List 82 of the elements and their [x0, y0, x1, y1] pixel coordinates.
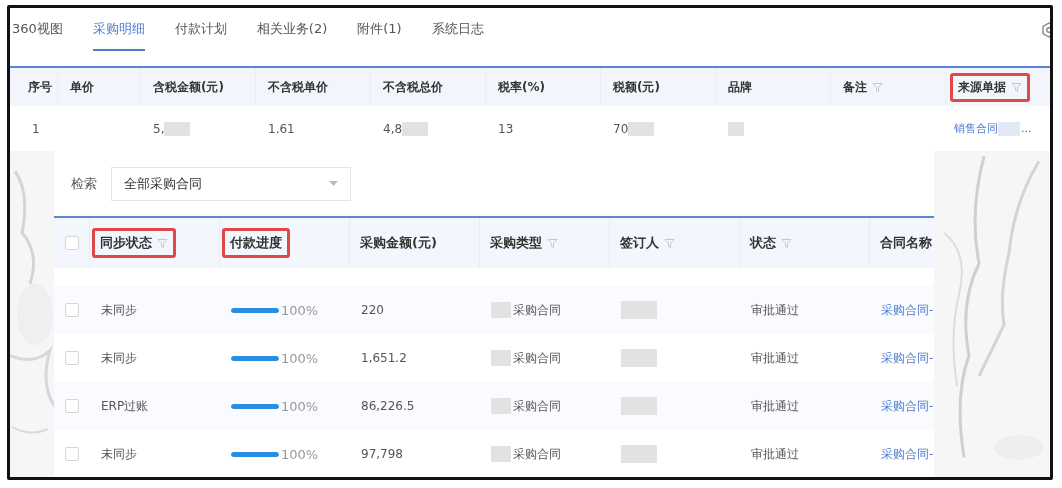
contract-link[interactable]: 采购合同-: [881, 397, 934, 415]
filter-icon[interactable]: [781, 237, 792, 249]
column-header: 不含税总价: [383, 78, 443, 96]
contract-select[interactable]: 全部采购合同: [111, 166, 351, 201]
column-header: 采购类型: [490, 234, 542, 252]
tab[interactable]: 付款计划: [174, 9, 227, 51]
table-cell: 未同步: [101, 301, 137, 319]
contract-link[interactable]: 采购合同-: [881, 301, 934, 319]
redaction-block: [491, 398, 511, 414]
ellipsis: ...: [1021, 122, 1032, 135]
tab[interactable]: 采购明细: [92, 9, 145, 51]
checkbox[interactable]: [64, 236, 79, 250]
filter-icon[interactable]: [1011, 81, 1022, 93]
contract-link[interactable]: 采购合同-: [881, 445, 934, 463]
table-cell: 1,651.2: [361, 351, 407, 365]
table-cell: 审批通过: [751, 301, 799, 319]
column-header: 采购金额(元): [360, 234, 437, 252]
table-cell: 1.61: [268, 121, 295, 136]
column-header: 签订人: [620, 234, 659, 252]
tab[interactable]: 360视图: [12, 9, 63, 51]
tab[interactable]: 系统日志: [431, 9, 484, 51]
redaction-block: [621, 349, 657, 367]
table-cell: 13: [498, 121, 514, 136]
column-header: 来源单据: [958, 78, 1006, 96]
table-cell: 采购合同: [513, 349, 561, 367]
column-header: 同步状态: [100, 234, 152, 252]
column-header: 不含税单价: [268, 78, 328, 96]
tab[interactable]: 附件(1): [357, 9, 402, 51]
progress-bar: [231, 355, 279, 361]
redaction-block: [728, 121, 744, 136]
table-cell: 审批通过: [751, 397, 799, 415]
checkbox[interactable]: [64, 447, 79, 461]
progress-reading: 100%: [281, 302, 319, 318]
table-cell: ERP过账: [101, 397, 149, 415]
checkbox[interactable]: [64, 399, 79, 413]
progress-bar: [231, 451, 279, 457]
table-cell: 未同步: [101, 445, 137, 463]
progress-bar: [231, 307, 279, 313]
progress-reading: 100%: [281, 350, 319, 366]
table-cell: 未同步: [101, 349, 137, 367]
table-cell: 220: [361, 303, 384, 317]
table-cell: 审批通过: [751, 445, 799, 463]
progress-reading: 100%: [281, 446, 319, 462]
table-cell: 采购合同: [513, 397, 561, 415]
column-header: 付款进度: [230, 234, 282, 252]
redaction-block: [491, 446, 511, 462]
column-header: 合同名称: [880, 234, 932, 252]
column-header: 税额(元): [613, 78, 660, 96]
checkbox[interactable]: [64, 303, 79, 317]
column-header: 状态: [750, 234, 776, 252]
table-cell: 86,226.5: [361, 399, 415, 413]
redaction-block: [621, 445, 657, 463]
progress-reading: 100%: [281, 398, 319, 414]
redaction-block: [621, 301, 657, 319]
column-header: 税率(%): [498, 78, 545, 96]
contract-link[interactable]: 采购合同-: [881, 349, 934, 367]
tab[interactable]: 相关业务(2): [256, 9, 328, 51]
column-header: 序号: [28, 78, 52, 96]
redaction-block: [491, 302, 511, 318]
redaction-block: [621, 397, 657, 415]
filter-icon[interactable]: [872, 81, 883, 93]
table-cell: 97,798: [361, 447, 403, 461]
table-cell: 1: [32, 121, 40, 136]
column-header: 品牌: [728, 78, 752, 96]
table-cell: 70: [613, 121, 629, 136]
column-header: 单价: [70, 78, 94, 96]
table-cell: 采购合同: [513, 301, 561, 319]
column-header: 备注: [843, 78, 867, 96]
caret-icon: [329, 181, 338, 186]
table-cell: 5,: [153, 121, 165, 136]
search-label: 检索: [71, 174, 97, 193]
table-cell: 采购合同: [513, 445, 561, 463]
progress-bar: [231, 403, 279, 409]
filter-icon[interactable]: [664, 237, 675, 249]
column-header: 含税金额(元): [153, 78, 224, 96]
filter-icon[interactable]: [157, 237, 168, 249]
redaction-block: [491, 350, 511, 366]
source-link[interactable]: 销售合同: [954, 121, 998, 136]
table-cell: 4,8: [383, 121, 403, 136]
checkbox[interactable]: [64, 351, 79, 365]
filter-icon[interactable]: [547, 237, 558, 249]
table-cell: 审批通过: [751, 349, 799, 367]
